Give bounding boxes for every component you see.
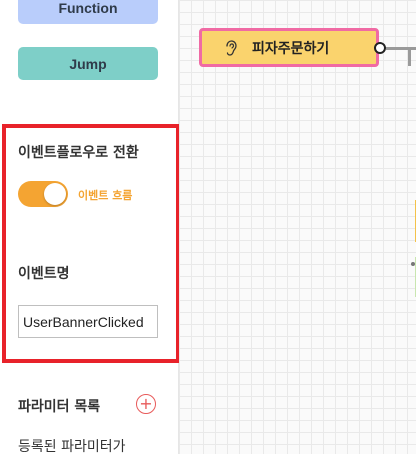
flow-canvas[interactable]: 피자주문하기 xyxy=(179,0,416,454)
toggle-knob xyxy=(44,183,66,205)
output-port[interactable] xyxy=(374,42,386,54)
add-parameter-icon[interactable]: + xyxy=(136,394,156,414)
parameter-list-title: 파라미터 목록 xyxy=(18,399,101,415)
ear-icon xyxy=(226,39,237,56)
jump-node-button[interactable]: Jump xyxy=(18,47,158,80)
event-node-label: 피자주문하기 xyxy=(252,40,330,57)
event-flow-title: 이벤트플로우로 전환 xyxy=(18,145,139,161)
function-node-button[interactable]: Function xyxy=(18,0,158,24)
sidebar: Function Jump 이벤트플로우로 전환 이벤트 흐름 이벤트명 파라미… xyxy=(0,0,180,455)
event-name-input[interactable] xyxy=(18,305,158,338)
event-name-title: 이벤트명 xyxy=(18,266,70,282)
event-flow-toggle[interactable] xyxy=(18,181,68,207)
connector-edge-stub xyxy=(408,48,411,66)
connector-edge xyxy=(386,47,416,50)
empty-parameters-text: 등록된 파라미터가 xyxy=(18,439,126,455)
event-flow-toggle-label: 이벤트 흐름 xyxy=(78,189,133,202)
event-node[interactable]: 피자주문하기 xyxy=(199,28,379,67)
